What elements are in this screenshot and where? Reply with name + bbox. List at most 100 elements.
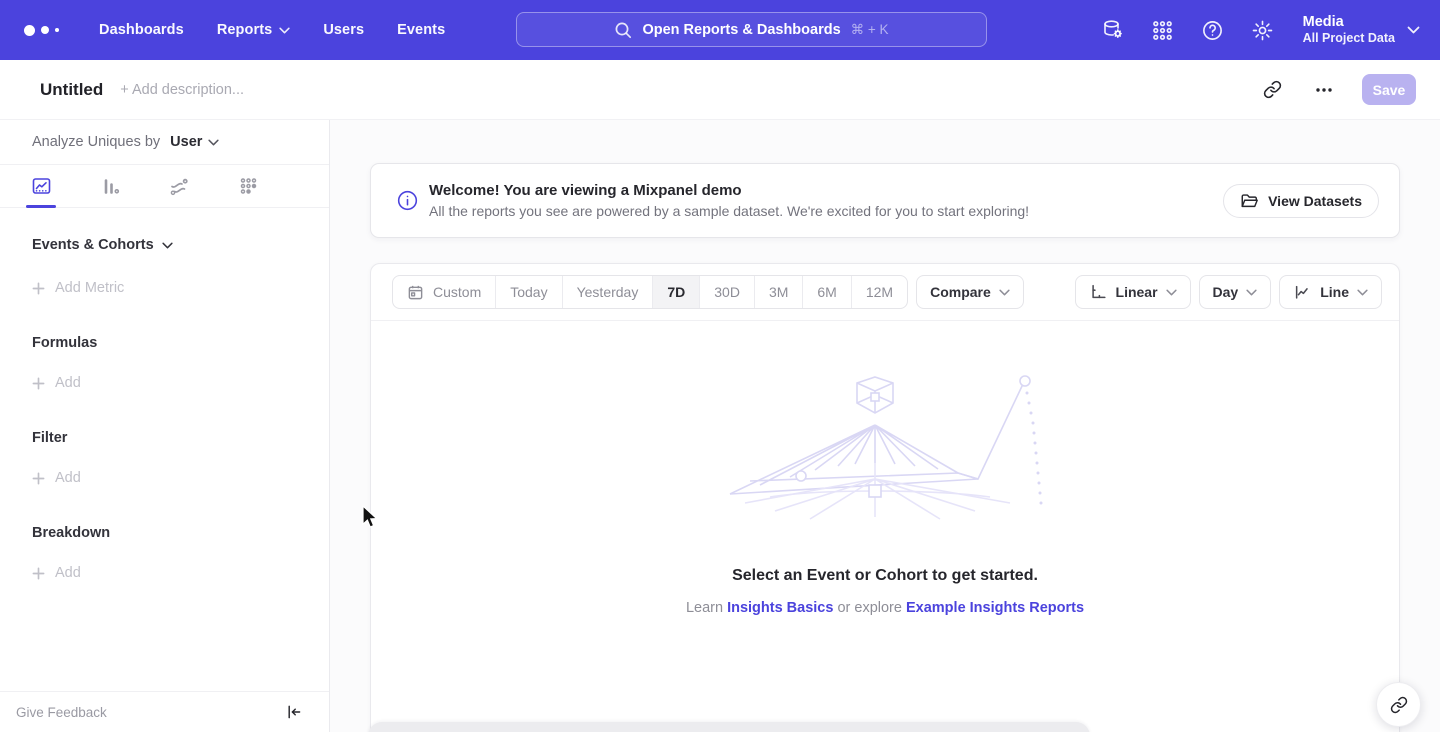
view-datasets-label: View Datasets bbox=[1268, 193, 1362, 209]
chevron-down-icon bbox=[1166, 289, 1177, 296]
copy-link-icon[interactable] bbox=[1258, 76, 1286, 104]
range-yesterday[interactable]: Yesterday bbox=[562, 276, 653, 308]
help-icon[interactable] bbox=[1201, 18, 1225, 42]
search-placeholder: Open Reports & Dashboards bbox=[642, 22, 840, 38]
filter-section-header: Filter bbox=[32, 430, 329, 446]
tab-bar-chart[interactable] bbox=[99, 175, 121, 197]
add-filter-label: Add bbox=[55, 470, 81, 486]
bar-chart-tab-icon bbox=[100, 176, 121, 197]
global-search-bar[interactable]: Open Reports & Dashboards ⌘ + K bbox=[516, 12, 987, 47]
hint-prefix: Learn bbox=[686, 600, 723, 616]
add-metric-label: Add Metric bbox=[55, 280, 124, 296]
banner-subtitle: All the reports you see are powered by a… bbox=[429, 203, 1029, 219]
share-link-floating-button[interactable] bbox=[1376, 682, 1421, 727]
chevron-down-icon bbox=[1407, 26, 1420, 34]
add-breakdown-button[interactable]: Add bbox=[32, 565, 329, 581]
empty-state-hint: Learn Insights Basics or explore Example… bbox=[371, 600, 1399, 616]
chevron-down-icon bbox=[279, 27, 290, 34]
view-datasets-button[interactable]: View Datasets bbox=[1223, 184, 1379, 218]
range-12m[interactable]: 12M bbox=[851, 276, 907, 308]
data-management-icon[interactable] bbox=[1101, 18, 1125, 42]
analyze-by-selector[interactable]: User bbox=[170, 134, 219, 150]
breakdown-section-header: Breakdown bbox=[32, 525, 329, 541]
project-subtitle: All Project Data bbox=[1303, 31, 1395, 47]
range-custom[interactable]: Custom bbox=[393, 276, 495, 308]
range-custom-label: Custom bbox=[433, 284, 481, 300]
empty-state: Select an Event or Cohort to get started… bbox=[371, 321, 1399, 616]
add-formula-label: Add bbox=[55, 375, 81, 391]
report-title[interactable]: Untitled bbox=[40, 80, 103, 100]
interval-selector-button[interactable]: Day bbox=[1199, 275, 1272, 309]
range-today[interactable]: Today bbox=[495, 276, 561, 308]
project-name: Media bbox=[1303, 13, 1344, 31]
nav-users[interactable]: Users bbox=[323, 22, 364, 38]
report-header: Untitled + Add description... Save bbox=[0, 60, 1440, 120]
range-7d[interactable]: 7D bbox=[652, 276, 699, 308]
analyze-prefix-label: Analyze Uniques by bbox=[32, 134, 160, 150]
empty-state-illustration bbox=[690, 369, 1080, 524]
save-button[interactable]: Save bbox=[1362, 74, 1416, 105]
query-sidebar: Analyze Uniques by User bbox=[0, 120, 330, 732]
chart-type-label: Line bbox=[1320, 284, 1349, 300]
range-30d[interactable]: 30D bbox=[699, 276, 754, 308]
line-chart-icon bbox=[1293, 283, 1312, 301]
give-feedback-link[interactable]: Give Feedback bbox=[16, 705, 107, 720]
line-chart-tab-icon bbox=[31, 176, 52, 197]
nav-dashboards[interactable]: Dashboards bbox=[99, 22, 184, 38]
search-shortcut: ⌘ + K bbox=[851, 22, 889, 38]
range-6m[interactable]: 6M bbox=[802, 276, 850, 308]
empty-state-title: Select an Event or Cohort to get started… bbox=[371, 567, 1399, 585]
settings-gear-icon[interactable] bbox=[1251, 18, 1275, 42]
nav-reports[interactable]: Reports bbox=[217, 22, 291, 38]
range-3m[interactable]: 3M bbox=[754, 276, 802, 308]
chevron-down-icon bbox=[1357, 289, 1368, 296]
calendar-icon bbox=[407, 284, 424, 301]
report-description-placeholder[interactable]: + Add description... bbox=[120, 82, 244, 98]
interval-label: Day bbox=[1213, 284, 1239, 300]
breakdown-title: Breakdown bbox=[32, 525, 110, 541]
compare-button[interactable]: Compare bbox=[916, 275, 1024, 309]
chart-type-selector-button[interactable]: Line bbox=[1279, 275, 1382, 309]
folder-icon bbox=[1240, 192, 1259, 209]
collapse-sidebar-icon[interactable] bbox=[286, 704, 302, 720]
chart-controls: Custom Today Yesterday 7D 30D 3M 6M 12M … bbox=[371, 264, 1399, 321]
flow-tab-icon bbox=[169, 176, 190, 197]
add-metric-button[interactable]: Add Metric bbox=[32, 280, 329, 296]
apps-grid-icon[interactable] bbox=[1151, 18, 1175, 42]
plus-icon bbox=[32, 472, 45, 485]
nav-events[interactable]: Events bbox=[397, 22, 445, 38]
example-reports-link[interactable]: Example Insights Reports bbox=[906, 600, 1084, 616]
bottom-table-peek[interactable] bbox=[368, 722, 1090, 732]
linear-axes-icon bbox=[1089, 283, 1108, 301]
banner-title: Welcome! You are viewing a Mixpanel demo bbox=[429, 182, 1029, 199]
plus-icon bbox=[32, 377, 45, 390]
mixpanel-logo-icon[interactable] bbox=[24, 25, 66, 36]
hint-middle: or explore bbox=[837, 600, 901, 616]
search-icon bbox=[614, 21, 632, 39]
main-content: Welcome! You are viewing a Mixpanel demo… bbox=[330, 120, 1440, 732]
tab-retention-grid[interactable] bbox=[237, 175, 259, 197]
add-filter-button[interactable]: Add bbox=[32, 470, 329, 486]
insights-basics-link[interactable]: Insights Basics bbox=[727, 600, 833, 616]
chevron-down-icon bbox=[208, 139, 219, 146]
more-options-icon[interactable] bbox=[1310, 76, 1338, 104]
add-breakdown-label: Add bbox=[55, 565, 81, 581]
info-icon bbox=[397, 190, 418, 211]
demo-welcome-banner: Welcome! You are viewing a Mixpanel demo… bbox=[370, 163, 1400, 238]
events-cohorts-title: Events & Cohorts bbox=[32, 237, 154, 253]
link-icon bbox=[1390, 696, 1408, 714]
insights-report-card: Custom Today Yesterday 7D 30D 3M 6M 12M … bbox=[370, 263, 1400, 732]
scale-selector-button[interactable]: Linear bbox=[1075, 275, 1191, 309]
add-formula-button[interactable]: Add bbox=[32, 375, 329, 391]
tab-insights-line[interactable] bbox=[30, 175, 52, 197]
analyze-by-value: User bbox=[170, 134, 202, 150]
plus-icon bbox=[32, 282, 45, 295]
retention-tab-icon bbox=[238, 176, 259, 197]
compare-label: Compare bbox=[930, 284, 991, 300]
events-cohorts-section-header[interactable]: Events & Cohorts bbox=[32, 237, 329, 253]
tab-flow-chart[interactable] bbox=[168, 175, 190, 197]
nav-reports-label: Reports bbox=[217, 22, 273, 38]
project-switcher[interactable]: Media All Project Data bbox=[1303, 13, 1420, 47]
formulas-title: Formulas bbox=[32, 335, 97, 351]
formulas-section-header: Formulas bbox=[32, 335, 329, 351]
